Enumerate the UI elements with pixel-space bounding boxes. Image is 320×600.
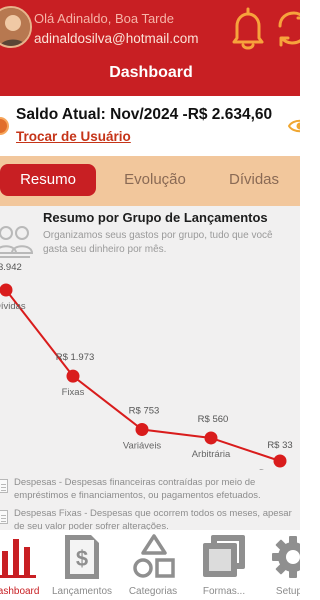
eye-icon[interactable] xyxy=(287,116,300,136)
nav-label: Setup xyxy=(275,586,300,597)
legend-text: Despesas - Despesas financeiras contraíd… xyxy=(14,477,261,501)
app-root: Olá Adinaldo, Boa Tarde adinaldosilva@ho… xyxy=(0,0,300,600)
nav-label: Formas... xyxy=(202,586,246,597)
nav-formas[interactable]: Formas... xyxy=(192,530,256,600)
gear-icon xyxy=(272,536,300,578)
category-label: Despesas xyxy=(259,468,300,470)
nav-setup[interactable]: Setup xyxy=(264,530,300,600)
data-point[interactable] xyxy=(135,423,149,437)
data-point[interactable] xyxy=(273,454,287,468)
nav-lancamentos[interactable]: $ Lançamentos xyxy=(48,530,116,600)
user-email: adinaldosilva@hotmail.com xyxy=(34,31,199,46)
nav-label: Dashboard xyxy=(0,586,40,597)
cards-icon xyxy=(203,535,245,577)
shapes-icon xyxy=(133,534,175,578)
balance-bar xyxy=(0,96,300,154)
data-point[interactable] xyxy=(204,431,218,445)
category-label: Fixas xyxy=(62,387,85,398)
category-label: Variáveis xyxy=(123,441,162,452)
data-label: R$ 33 xyxy=(267,440,292,451)
nav-label: Lançamentos xyxy=(51,586,113,597)
summary-line-chart: 3.942 Dívidas R$ 1.973 Fixas R$ 753 Variáveis… xyxy=(0,262,300,470)
category-label: Arbitrária xyxy=(192,449,231,460)
document-icon xyxy=(0,479,8,493)
data-point[interactable] xyxy=(66,369,80,383)
data-label: R$ 1.973 xyxy=(56,352,95,363)
data-label: R$ 753 xyxy=(129,406,160,417)
tab-dividas[interactable]: Dívidas xyxy=(222,164,286,196)
data-label: 3.942 xyxy=(0,262,22,273)
tab-bar: Resumo Evolução Dívidas xyxy=(0,156,300,206)
summary-title: Resumo por Grupo de Lançamentos xyxy=(43,210,268,225)
summary-subtitle: Organizamos seus gastos por grupo, tudo … xyxy=(43,230,273,255)
nav-dashboard[interactable]: Dashboard xyxy=(0,530,42,600)
data-label: R$ 560 xyxy=(198,414,229,425)
svg-text:$: $ xyxy=(76,546,88,571)
nav-label: Categorias xyxy=(128,586,178,597)
nav-categorias[interactable]: Categorias xyxy=(120,530,186,600)
greeting-text: Olá Adinaldo, Boa Tarde xyxy=(34,11,174,26)
bar-chart-icon xyxy=(0,539,36,578)
document-icon xyxy=(0,510,8,524)
data-point[interactable] xyxy=(0,283,13,297)
tab-resumo[interactable]: Resumo xyxy=(0,164,96,196)
switch-user-link[interactable]: Trocar de Usuário xyxy=(16,129,131,144)
sync-icon[interactable] xyxy=(276,8,300,48)
page-title: Dashboard xyxy=(109,64,193,81)
tab-evolucao[interactable]: Evolução xyxy=(108,164,202,196)
category-label: Dívidas xyxy=(0,301,26,312)
dollar-document-icon: $ xyxy=(65,535,99,579)
balance-text: Saldo Atual: Nov/2024 -R$ 2.634,60 xyxy=(16,106,273,123)
bell-icon[interactable] xyxy=(230,6,266,50)
